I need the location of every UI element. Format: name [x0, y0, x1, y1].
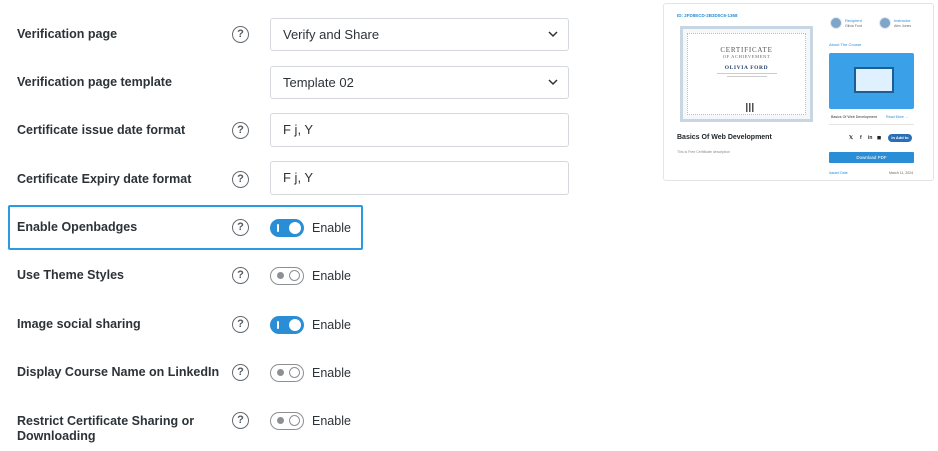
- setting-label: Use Theme Styles: [17, 268, 124, 282]
- setting-issue-date-format: Certificate issue date format ? F j, Y: [0, 113, 600, 147]
- certificate-title: CERTIFICATE: [720, 46, 773, 54]
- select-value: Template 02: [283, 75, 354, 90]
- help-icon[interactable]: ?: [232, 26, 249, 43]
- setting-verification-template: Verification page template Template 02: [0, 66, 600, 99]
- recipient-role: Recipient: [845, 18, 862, 23]
- label-line-2: Downloading: [17, 429, 96, 443]
- course-linkedin-toggle[interactable]: [270, 364, 304, 382]
- input-value: F j, Y: [283, 122, 314, 137]
- toggle-label: Enable: [312, 366, 351, 380]
- social-sharing-toggle[interactable]: [270, 316, 304, 334]
- certificate-id: ID: 2FD8ECD-2B3D0C6-1368: [677, 13, 738, 18]
- divider: [829, 124, 914, 125]
- theme-styles-toggle[interactable]: [270, 267, 304, 285]
- course-image-title: Basics Of Web Development: [831, 115, 877, 119]
- linkedin-share-icon[interactable]: in: [868, 135, 872, 141]
- divider: [716, 73, 777, 74]
- read-more-link[interactable]: Read More →: [886, 115, 908, 119]
- email-share-icon[interactable]: ◼: [877, 135, 881, 141]
- divider: [726, 76, 767, 77]
- setting-label: Verification page template: [17, 75, 172, 89]
- certificate-image: CERTIFICATE OF ACHIEVEMENT OLIVIA FORD: [680, 26, 813, 122]
- label-line-1: Restrict Certificate Sharing or: [17, 414, 195, 428]
- preview-course-desc: This is Free Certificate description: [677, 150, 730, 154]
- verification-preview: ID: 2FD8ECD-2B3D0C6-1368 CERTIFICATE OF …: [663, 3, 934, 181]
- toggle-label: Enable: [312, 414, 351, 428]
- qr-code-icon: [746, 103, 755, 112]
- recipient-name: Olivia Ford: [845, 24, 862, 28]
- setting-label: Display Course Name on LinkedIn: [17, 365, 220, 379]
- facebook-share-icon[interactable]: f: [860, 135, 862, 141]
- chevron-down-icon: [548, 79, 558, 86]
- chevron-down-icon: [548, 31, 558, 38]
- setting-verification-page: Verification page ? Verify and Share: [0, 18, 600, 51]
- setting-label: Verification page: [17, 27, 118, 41]
- verification-template-select[interactable]: Template 02: [270, 66, 569, 99]
- issue-date-format-input[interactable]: F j, Y: [270, 113, 569, 147]
- help-icon[interactable]: ?: [232, 219, 249, 236]
- recipient-avatar: [830, 17, 842, 29]
- about-course-label: About The Course: [829, 42, 862, 47]
- openbadges-toggle[interactable]: [270, 219, 304, 237]
- setting-use-theme-styles: Use Theme Styles ? Enable: [0, 267, 600, 285]
- setting-label: Certificate Expiry date format: [17, 172, 192, 186]
- instructor-avatar: [879, 17, 891, 29]
- certificate-recipient: OLIVIA FORD: [724, 65, 769, 71]
- toggle-label: Enable: [312, 221, 351, 235]
- setting-expiry-date-format: Certificate Expiry date format ? F j, Y: [0, 161, 600, 195]
- preview-course-title: Basics Of Web Development: [677, 134, 772, 141]
- verification-page-select[interactable]: Verify and Share: [270, 18, 569, 51]
- help-icon[interactable]: ?: [232, 267, 249, 284]
- help-icon[interactable]: ?: [232, 412, 249, 429]
- setting-label: Enable Openbadges: [17, 220, 138, 234]
- download-pdf-button[interactable]: Download PDF: [829, 152, 914, 163]
- setting-display-course-linkedin: Display Course Name on LinkedIn ? Enable: [0, 364, 600, 382]
- select-value: Verify and Share: [283, 27, 380, 42]
- help-icon[interactable]: ?: [232, 316, 249, 333]
- toggle-label: Enable: [312, 269, 351, 283]
- certificate-frame: CERTIFICATE OF ACHIEVEMENT OLIVIA FORD: [687, 33, 806, 115]
- help-icon[interactable]: ?: [232, 122, 249, 139]
- laptop-screen: [854, 67, 894, 93]
- course-image: [829, 53, 914, 109]
- setting-label: Image social sharing: [17, 317, 141, 331]
- setting-restrict-sharing: Restrict Certificate Sharing or Download…: [0, 412, 600, 444]
- setting-label: Certificate issue date format: [17, 123, 186, 137]
- setting-enable-openbadges: Enable Openbadges ? Enable: [0, 219, 600, 237]
- setting-image-social-sharing: Image social sharing ? Enable: [0, 316, 600, 334]
- toggle-label: Enable: [312, 318, 351, 332]
- certificate-subtitle: OF ACHIEVEMENT: [722, 54, 771, 59]
- issued-date-label: Issued Date: [829, 171, 848, 175]
- x-share-icon[interactable]: 𝕏: [849, 135, 853, 141]
- restrict-sharing-toggle[interactable]: [270, 412, 304, 430]
- instructor-role: Instructor: [894, 18, 911, 23]
- expiry-date-format-input[interactable]: F j, Y: [270, 161, 569, 195]
- help-icon[interactable]: ?: [232, 171, 249, 188]
- instructor-name: Alex Jones: [894, 24, 912, 28]
- input-value: F j, Y: [283, 170, 314, 185]
- add-to-linkedin-button[interactable]: in Add to: [888, 134, 912, 142]
- issued-date-value: March 11, 2024: [889, 171, 914, 175]
- help-icon[interactable]: ?: [232, 364, 249, 381]
- setting-label: Restrict Certificate Sharing or Download…: [17, 414, 194, 444]
